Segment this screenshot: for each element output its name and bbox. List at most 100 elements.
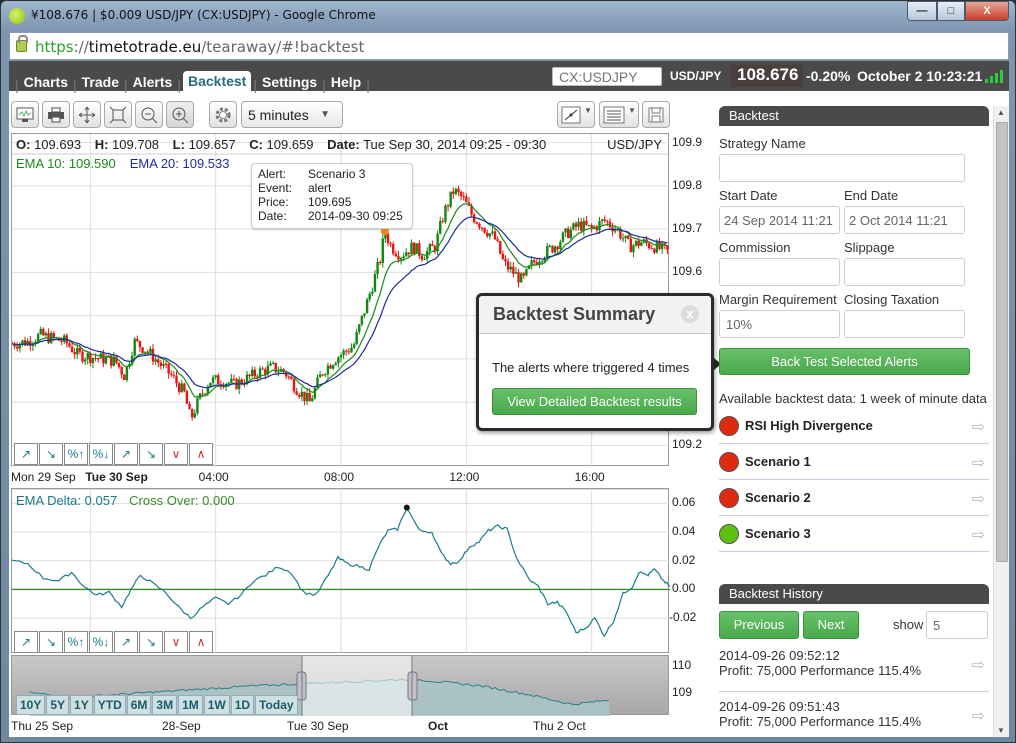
y-tick-label: 109.8 [672, 177, 703, 192]
percent-down-icon[interactable]: %↓ [89, 631, 113, 653]
minimize-button[interactable]: — [907, 1, 937, 21]
cross-up-icon[interactable]: ∨ [164, 443, 188, 465]
arrow-right-icon[interactable]: ⇨ [972, 453, 985, 473]
panel-scrollbar[interactable]: ▲ ▼ [993, 106, 1009, 737]
closing-taxation-input[interactable] [844, 310, 965, 338]
cross-up-icon[interactable]: ∨ [164, 631, 188, 653]
percent-up-icon[interactable]: %↑ [64, 443, 88, 465]
scrollbar-thumb[interactable] [996, 122, 1008, 562]
scroll-up-icon[interactable]: ▲ [997, 108, 1005, 117]
tab-backtest[interactable]: Backtest [182, 71, 252, 93]
range-ytd[interactable]: YTD [93, 695, 126, 715]
view-detailed-results-button[interactable]: View Detailed Backtest results [492, 388, 697, 415]
percent-down-icon[interactable]: %↓ [89, 443, 113, 465]
address-bar[interactable]: https://timetotrade.eu/tearaway/#!backte… [9, 32, 1009, 60]
line-down-icon[interactable]: ↘ [139, 443, 163, 465]
indicator-chart[interactable]: EMA Delta: 0.057 Cross Over: 0.000 ↗ ↘ %↑… [11, 488, 670, 654]
candle [177, 383, 181, 393]
interval-select[interactable]: 5 minutes ▼ [241, 101, 343, 128]
commission-input[interactable] [719, 258, 840, 286]
pan-icon[interactable] [73, 101, 101, 128]
tab-trade[interactable]: Trade [79, 72, 122, 93]
maximize-button[interactable]: □ [937, 1, 965, 21]
slippage-label: Slippage [844, 240, 895, 255]
fit-icon[interactable] [104, 101, 132, 128]
candle [138, 340, 142, 348]
tab-alerts[interactable]: Alerts [130, 72, 176, 93]
alert-item[interactable]: RSI High Divergence ⇨ [719, 408, 989, 444]
trend-down-icon[interactable]: ↘ [39, 631, 63, 653]
tab-help[interactable]: Help [328, 72, 364, 93]
alert-item[interactable]: Scenario 1 ⇨ [719, 444, 989, 480]
tooltip-row: Date: 2014-09-30 09:25 [258, 209, 406, 223]
list-button[interactable]: ▼ [599, 101, 639, 128]
next-button[interactable]: Next [803, 611, 859, 639]
arrow-right-icon[interactable]: ⇨ [972, 658, 985, 674]
previous-button[interactable]: Previous [719, 611, 799, 639]
close-window-button[interactable]: X [965, 1, 1009, 21]
navigator[interactable]: 10Y 5Y 1Y YTD 6M 3M 1M 1W 1D Today [11, 655, 669, 716]
alert-item[interactable]: Scenario 3 ⇨ [719, 516, 989, 552]
scroll-down-icon[interactable]: ▼ [997, 726, 1005, 735]
candle [141, 347, 144, 353]
arrow-right-icon[interactable]: ⇨ [972, 709, 985, 725]
draw-line-button[interactable]: ▼ [557, 101, 595, 128]
x-tick-label: 04:00 [198, 470, 229, 484]
range-5y[interactable]: 5Y [46, 695, 70, 715]
settings-icon[interactable] [209, 101, 237, 128]
start-date-input[interactable] [719, 206, 840, 234]
candle [318, 374, 322, 378]
candle [428, 244, 431, 252]
range-1m[interactable]: 1M [178, 695, 203, 715]
candle [491, 231, 494, 234]
back-test-selected-alerts-button[interactable]: Back Test Selected Alerts [719, 348, 970, 375]
candle [345, 350, 348, 352]
save-icon[interactable] [642, 101, 670, 128]
percent-up-icon[interactable]: %↑ [64, 631, 88, 653]
line-up-icon[interactable]: ↗ [114, 631, 138, 653]
arrow-right-icon[interactable]: ⇨ [972, 525, 985, 545]
print-icon[interactable] [42, 101, 70, 128]
tab-settings[interactable]: Settings [259, 72, 320, 93]
tab-charts[interactable]: Charts [21, 72, 71, 93]
line-up-icon[interactable]: ↗ [114, 443, 138, 465]
indicator-legend: EMA Delta: 0.057 Cross Over: 0.000 [16, 493, 235, 508]
range-1w[interactable]: 1W [203, 695, 230, 715]
show-count-input[interactable] [926, 611, 988, 639]
cross-down-icon[interactable]: ∧ [189, 443, 213, 465]
indicator-canvas[interactable] [12, 489, 670, 654]
arrow-right-icon[interactable]: ⇨ [972, 489, 985, 509]
candle [624, 235, 627, 239]
candle [157, 359, 160, 363]
slippage-input[interactable] [844, 258, 965, 286]
cross-down-icon[interactable]: ∧ [189, 631, 213, 653]
arrow-right-icon[interactable]: ⇨ [972, 417, 985, 437]
candle [407, 252, 411, 255]
history-item[interactable]: 2014-09-26 09:51:43 Profit: 75,000 Perfo… [719, 699, 989, 737]
range-1d[interactable]: 1D [230, 695, 255, 715]
strategy-name-input[interactable] [719, 154, 965, 182]
monitor-icon[interactable] [11, 101, 39, 128]
range-today[interactable]: Today [255, 695, 298, 715]
alert-item[interactable]: Scenario 2 ⇨ [719, 480, 989, 516]
symbol-search-input[interactable] [552, 67, 662, 86]
range-10y[interactable]: 10Y [16, 695, 46, 715]
end-date-input[interactable] [844, 206, 965, 234]
range-6m[interactable]: 6M [126, 695, 152, 715]
close-icon[interactable]: x [681, 305, 699, 323]
candle [196, 398, 199, 414]
range-3m[interactable]: 3M [152, 695, 178, 715]
zoom-in-icon[interactable] [166, 101, 194, 128]
line-down-icon[interactable]: ↘ [139, 631, 163, 653]
candle [465, 196, 468, 203]
trend-up-icon[interactable]: ↗ [14, 443, 38, 465]
candle [475, 222, 478, 224]
url-text[interactable]: https://timetotrade.eu/tearaway/#!backte… [35, 38, 364, 56]
candle [193, 413, 196, 418]
margin-requirement-input[interactable] [719, 310, 840, 338]
range-1y[interactable]: 1Y [70, 695, 93, 715]
zoom-out-icon[interactable] [135, 101, 163, 128]
trend-up-icon[interactable]: ↗ [14, 631, 38, 653]
history-item[interactable]: 2014-09-26 09:52:12 Profit: 75,000 Perfo… [719, 648, 989, 692]
trend-down-icon[interactable]: ↘ [39, 443, 63, 465]
